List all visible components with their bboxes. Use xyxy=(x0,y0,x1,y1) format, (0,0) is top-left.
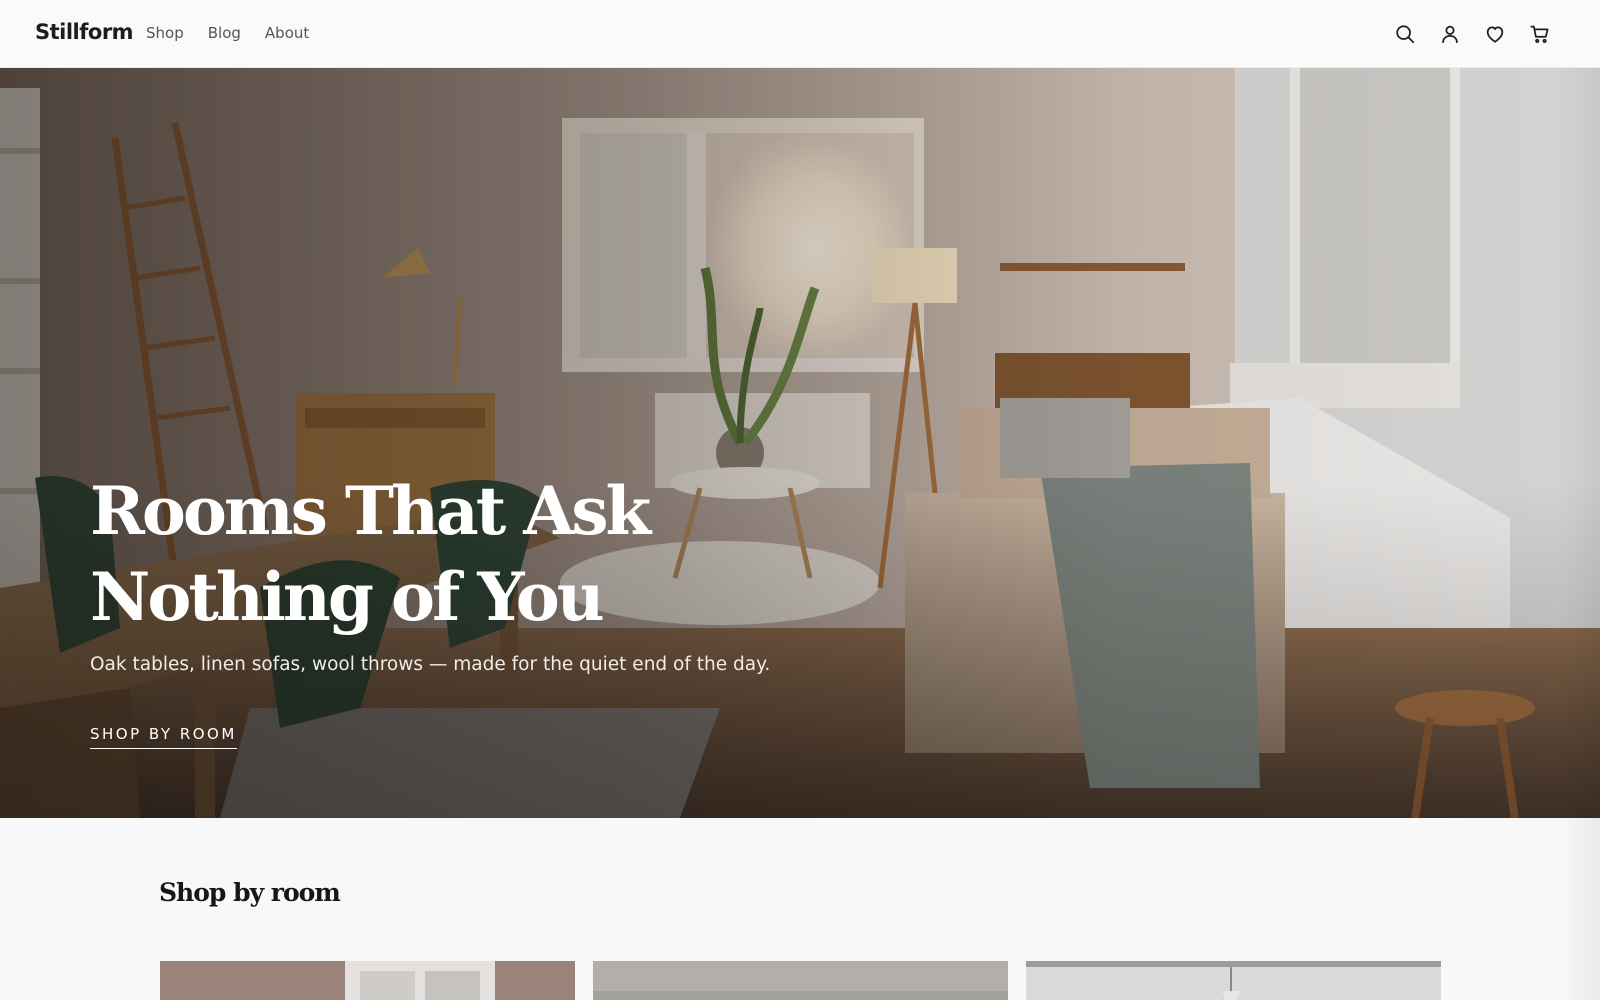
room-card[interactable] xyxy=(1026,961,1441,1000)
cart-icon[interactable] xyxy=(1526,20,1554,48)
room-card-image xyxy=(593,961,1008,1000)
shop-by-room-link[interactable]: SHOP BY ROOM xyxy=(90,725,237,749)
hero-overlay xyxy=(0,68,1600,818)
header-icon-group xyxy=(1374,20,1554,48)
site-header: Stillform Shop Blog About xyxy=(0,0,1600,68)
nav-link-shop[interactable]: Shop xyxy=(146,24,184,42)
hero-banner: Rooms That Ask Nothing of You Oak tables… xyxy=(0,68,1600,818)
room-card-image xyxy=(1026,961,1441,1000)
nav-link-blog[interactable]: Blog xyxy=(208,24,241,42)
hero-title: Rooms That Ask Nothing of You xyxy=(90,472,651,636)
wishlist-heart-icon[interactable] xyxy=(1481,20,1509,48)
page-edge-shadow xyxy=(1560,68,1600,1000)
room-card-list xyxy=(160,961,1459,1000)
hero-subtitle: Oak tables, linen sofas, wool throws — m… xyxy=(90,654,771,675)
room-card[interactable] xyxy=(160,961,575,1000)
room-card[interactable] xyxy=(593,961,1008,1000)
nav-link-about[interactable]: About xyxy=(265,24,309,42)
section-title-shop-by-room: Shop by room xyxy=(159,878,341,907)
brand-logo[interactable]: Stillform xyxy=(35,20,134,44)
search-icon[interactable] xyxy=(1391,20,1419,48)
main-nav: Shop Blog About xyxy=(146,24,333,42)
account-icon[interactable] xyxy=(1436,20,1464,48)
room-card-image xyxy=(160,961,575,1000)
